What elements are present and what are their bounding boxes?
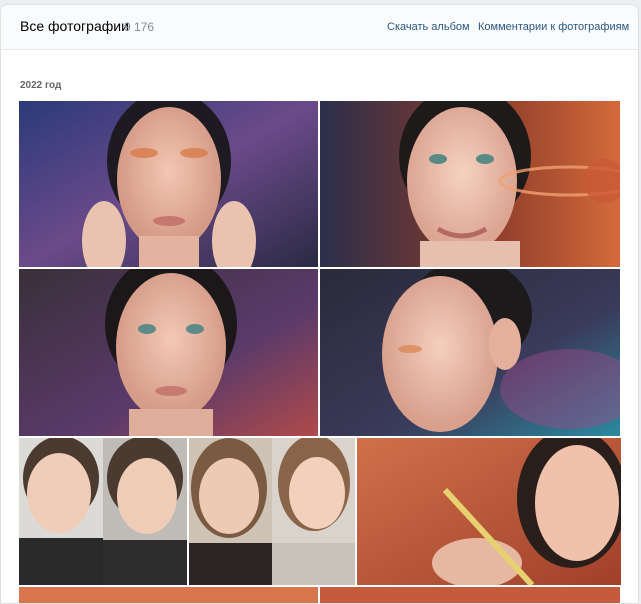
photo-comments-link[interactable]: Комментарии к фотографиям (478, 21, 629, 33)
photo-thumbnail[interactable] (189, 438, 355, 585)
year-heading: 2022 год (20, 80, 62, 91)
photo-thumbnail[interactable] (19, 269, 318, 436)
download-album-link[interactable]: Скачать альбом (387, 21, 470, 33)
photo-count: 9 176 (124, 20, 155, 34)
album-card: Все фотографии 9 176 Скачать альбом Комм… (0, 4, 639, 604)
portrait-photo (320, 269, 620, 436)
photo-thumbnail[interactable] (320, 269, 620, 436)
photo-thumbnail[interactable] (19, 101, 318, 267)
photo-thumbnail[interactable] (19, 438, 187, 585)
portrait-photo (320, 101, 620, 267)
portrait-photo (357, 438, 621, 585)
portrait-photo (19, 101, 318, 267)
photo-thumbnail[interactable] (357, 438, 621, 585)
selfie-photo (189, 438, 355, 585)
photo-preview (320, 587, 620, 603)
album-header: Все фотографии 9 176 Скачать альбом Комм… (1, 5, 638, 50)
photo-preview (19, 587, 318, 603)
selfie-photo (19, 438, 187, 585)
photo-thumbnail[interactable] (19, 587, 318, 603)
photo-thumbnail[interactable] (320, 587, 620, 603)
portrait-photo (19, 269, 318, 436)
album-title: Все фотографии (20, 18, 129, 34)
photo-thumbnail[interactable] (320, 101, 620, 267)
